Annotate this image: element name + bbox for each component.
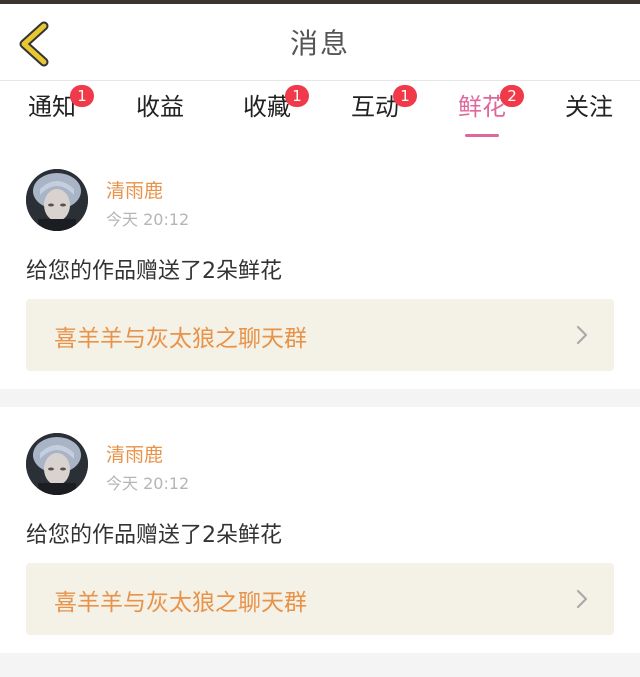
sender-name[interactable]: 清雨鹿	[106, 176, 163, 203]
unread-badge: 1	[393, 85, 417, 107]
unread-badge: 2	[500, 85, 524, 107]
tab-bar: 通知 1 收益 收藏 1 互动 1 鲜花 2 关注	[0, 81, 640, 143]
header-bar: 消息	[0, 4, 640, 81]
tab-interactions[interactable]: 互动 1	[349, 85, 417, 137]
tab-notifications[interactable]: 通知 1	[26, 85, 94, 137]
message-time: 今天 20:12	[106, 474, 190, 493]
tab-following[interactable]: 关注	[563, 93, 615, 137]
message-text: 给您的作品赠送了2朵鲜花	[26, 259, 282, 284]
user-photo	[26, 169, 88, 231]
message-card: 清雨鹿 今天 20:12 给您的作品赠送了2朵鲜花 喜羊羊与灰太狼之聊天群	[0, 143, 640, 389]
avatar[interactable]	[26, 433, 88, 495]
tab-flowers[interactable]: 鲜花 2	[456, 85, 524, 137]
message-text: 给您的作品赠送了2朵鲜花	[26, 523, 282, 548]
unread-badge: 1	[285, 85, 309, 107]
active-tab-indicator	[465, 134, 499, 137]
work-title: 喜羊羊与灰太狼之聊天群	[54, 590, 307, 616]
tab-label: 关注	[565, 93, 613, 121]
avatar[interactable]	[26, 169, 88, 231]
work-link[interactable]: 喜羊羊与灰太狼之聊天群	[26, 299, 614, 371]
message-time: 今天 20:12	[106, 210, 190, 229]
page-title: 消息	[289, 27, 350, 60]
unread-badge: 1	[70, 85, 94, 107]
user-photo	[26, 433, 88, 495]
tab-favorites[interactable]: 收藏 1	[241, 85, 309, 137]
chevron-right-icon	[576, 589, 588, 609]
work-link[interactable]: 喜羊羊与灰太狼之聊天群	[26, 563, 614, 635]
tab-earnings[interactable]: 收益	[134, 93, 186, 137]
work-title: 喜羊羊与灰太狼之聊天群	[54, 326, 307, 352]
message-card: 清雨鹿 今天 20:12 给您的作品赠送了2朵鲜花 喜羊羊与灰太狼之聊天群	[0, 407, 640, 653]
tab-label: 收益	[136, 93, 184, 121]
sender-name[interactable]: 清雨鹿	[106, 440, 163, 467]
chevron-right-icon	[576, 325, 588, 345]
